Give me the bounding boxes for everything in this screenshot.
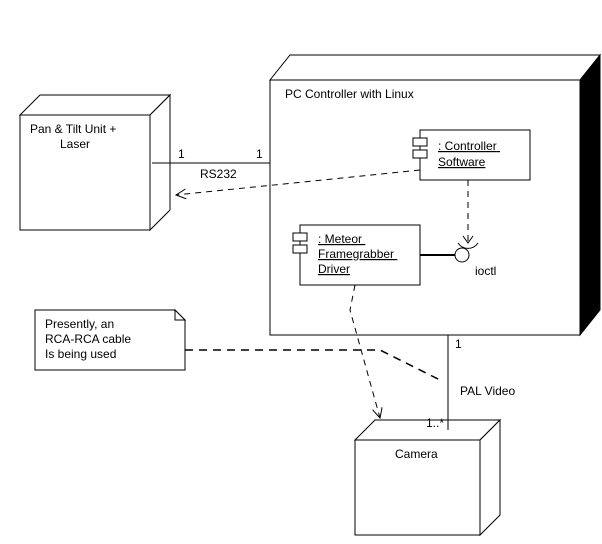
node-pan-tilt: Pan & Tilt Unit + Laser xyxy=(20,95,170,230)
component-meteor-driver: : Meteor Framegrabber Driver xyxy=(293,225,420,285)
component-controller-software: : Controller Software xyxy=(413,130,530,180)
assoc-rs232-label: RS232 xyxy=(200,167,237,181)
node-pc-controller: PC Controller with Linux xyxy=(270,55,600,335)
node-camera: Camera xyxy=(355,420,500,535)
assoc-pal-m-pc: 1 xyxy=(455,337,462,351)
interface-ioctl-label: ioctl xyxy=(475,264,496,278)
node-camera-label: Camera xyxy=(395,447,438,461)
assoc-pal-video: PAL Video 1 1..* xyxy=(426,335,515,430)
assoc-pal-label: PAL Video xyxy=(460,384,515,398)
assoc-rs232-m-pan: 1 xyxy=(178,147,185,161)
assoc-rs232-m-pc: 1 xyxy=(256,147,263,161)
assoc-pal-m-cam: 1..* xyxy=(426,416,444,430)
node-pc-label: PC Controller with Linux xyxy=(285,87,414,101)
deployment-diagram: PC Controller with Linux Pan & Tilt Unit… xyxy=(0,0,602,544)
